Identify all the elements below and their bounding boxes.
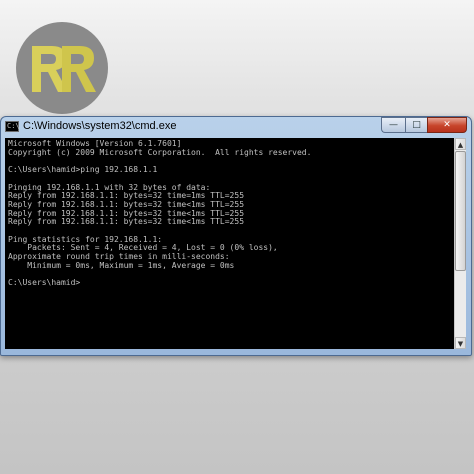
console-line: Minimum = 0ms, Maximum = 1ms, Average = …: [8, 260, 235, 270]
console-line: Approximate round trip times in milli-se…: [8, 252, 230, 262]
minimize-icon: —: [389, 120, 398, 130]
window-controls: — □ ✕: [381, 117, 467, 133]
console-line: Pinging 192.168.1.1 with 32 bytes of dat…: [8, 182, 211, 192]
scroll-thumb[interactable]: [455, 151, 466, 271]
rr-logo-icon: [14, 20, 110, 116]
chevron-down-icon: ▼: [457, 340, 464, 348]
console-line: Reply from 192.168.1.1: bytes=32 time<1m…: [8, 199, 245, 209]
rr-logo-graphic: [16, 22, 108, 114]
console-line: Packets: Sent = 4, Received = 4, Lost = …: [8, 243, 278, 253]
console-line: Microsoft Windows [Version 6.1.7601]: [8, 139, 182, 148]
chevron-up-icon: ▲: [457, 141, 464, 149]
scroll-up-button[interactable]: ▲: [455, 138, 466, 150]
maximize-button[interactable]: □: [405, 117, 427, 133]
console-line: Copyright (c) 2009 Microsoft Corporation…: [8, 147, 312, 157]
scroll-down-button[interactable]: ▼: [455, 337, 466, 349]
close-icon: ✕: [443, 120, 451, 130]
console-line: Reply from 192.168.1.1: bytes=32 time=1m…: [8, 191, 245, 201]
console-line: Reply from 192.168.1.1: bytes=32 time<1m…: [8, 208, 245, 218]
maximize-icon: □: [412, 120, 421, 130]
close-button[interactable]: ✕: [427, 117, 467, 133]
cmd-window[interactable]: C:\ C:\Windows\system32\cmd.exe — □ ✕ Mi…: [0, 116, 472, 356]
window-title: C:\Windows\system32\cmd.exe: [23, 120, 177, 132]
console-line: Reply from 192.168.1.1: bytes=32 time<1m…: [8, 217, 245, 227]
title-bar[interactable]: C:\ C:\Windows\system32\cmd.exe — □ ✕: [1, 117, 471, 137]
console-icon[interactable]: C:\: [5, 121, 20, 132]
console-text: Microsoft Windows [Version 6.1.7601] Cop…: [5, 138, 454, 290]
console-line: C:\Users\hamid>ping 192.168.1.1: [8, 165, 158, 175]
console-line: C:\Users\hamid>: [8, 278, 81, 288]
vertical-scrollbar[interactable]: ▲ ▼: [454, 138, 466, 349]
console-output[interactable]: Microsoft Windows [Version 6.1.7601] Cop…: [5, 138, 454, 349]
console-line: Ping statistics for 192.168.1.1:: [8, 234, 163, 244]
minimize-button[interactable]: —: [381, 117, 405, 133]
